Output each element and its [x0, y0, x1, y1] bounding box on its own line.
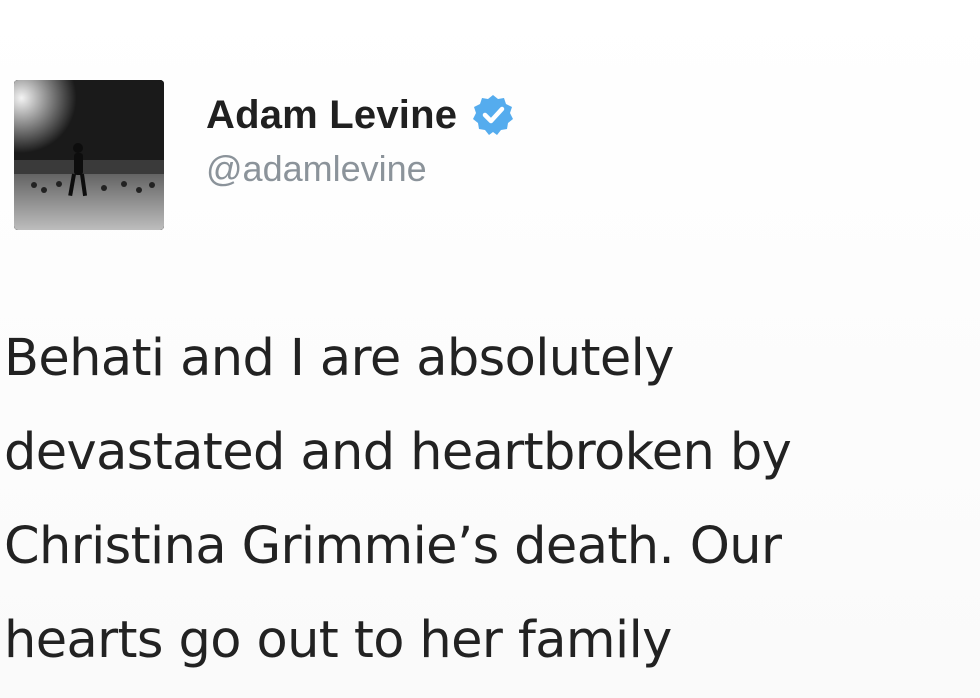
- tweet-card: Adam Levine @adamlevine Behati and I are…: [0, 0, 980, 698]
- verified-badge-icon: [471, 93, 515, 137]
- author-row: Adam Levine: [206, 92, 515, 138]
- avatar[interactable]: [14, 80, 164, 230]
- tweet-text: Behati and I are absolutely devastated a…: [4, 329, 792, 670]
- profile-photo-icon: [14, 80, 164, 230]
- display-name[interactable]: Adam Levine: [206, 93, 457, 138]
- username-handle[interactable]: @adamlevine: [206, 148, 427, 190]
